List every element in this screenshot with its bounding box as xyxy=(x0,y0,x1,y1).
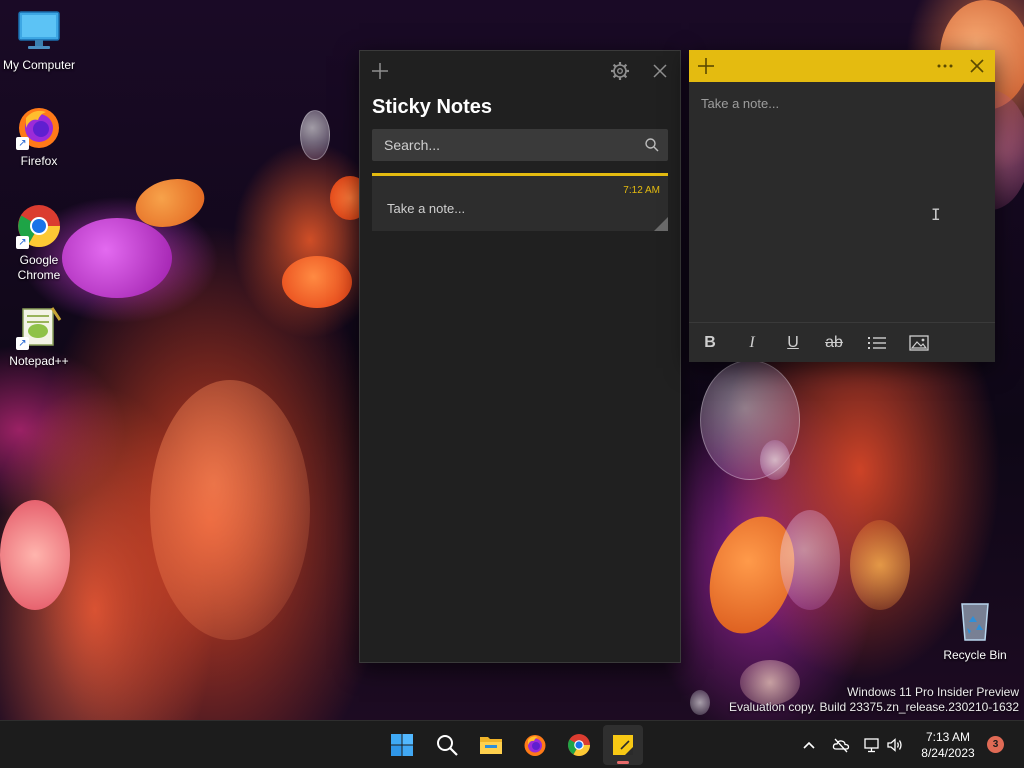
bullet-list-icon xyxy=(868,337,886,349)
start-button[interactable] xyxy=(382,725,422,765)
desktop-icon-label: Notepad++ xyxy=(9,354,69,368)
italic-button[interactable]: I xyxy=(739,331,765,355)
search-button[interactable] xyxy=(644,137,660,153)
settings-button[interactable] xyxy=(608,59,632,83)
bold-button[interactable]: B xyxy=(697,331,723,355)
close-list-button[interactable] xyxy=(648,59,672,83)
taskbar-search-button[interactable] xyxy=(427,725,467,765)
close-icon xyxy=(653,64,667,78)
sticky-notes-icon xyxy=(613,735,633,755)
search-icon xyxy=(437,735,458,756)
new-note-button[interactable] xyxy=(694,54,718,78)
close-icon xyxy=(970,59,984,73)
notification-badge[interactable]: 3 xyxy=(987,736,1004,753)
sticky-note-window: Take a note... B I U ab xyxy=(689,50,995,362)
search-icon xyxy=(645,138,659,152)
recycle-bin-icon xyxy=(952,598,998,644)
volume-button[interactable] xyxy=(886,736,904,754)
taskbar: 7:13 AM 8/24/2023 3 xyxy=(0,720,1024,768)
firefox-icon: ↗ xyxy=(16,104,62,150)
note-titlebar[interactable] xyxy=(689,50,995,82)
insert-image-button[interactable] xyxy=(906,331,932,355)
onedrive-button[interactable] xyxy=(832,736,850,754)
speaker-icon xyxy=(887,738,902,752)
show-hidden-icons-button[interactable] xyxy=(800,736,818,754)
note-menu-button[interactable] xyxy=(933,54,957,78)
image-icon xyxy=(909,335,929,351)
close-note-button[interactable] xyxy=(965,54,989,78)
desktop-icon-google-chrome[interactable]: ↗ Google Chrome xyxy=(0,203,78,283)
shortcut-arrow-icon: ↗ xyxy=(16,137,29,150)
windows-start-icon xyxy=(391,734,413,756)
file-explorer-button[interactable] xyxy=(471,725,511,765)
shortcut-arrow-icon: ↗ xyxy=(16,236,29,249)
bullets-button[interactable] xyxy=(864,331,890,355)
monitor-icon xyxy=(16,8,62,54)
taskbar-sticky-notes-button[interactable] xyxy=(603,725,643,765)
desktop-icon-recycle-bin[interactable]: Recycle Bin xyxy=(936,598,1014,663)
desktop-icon-label: Recycle Bin xyxy=(943,648,1007,662)
active-app-indicator xyxy=(617,761,629,764)
new-note-button[interactable] xyxy=(368,59,392,83)
notepad-plus-plus-icon: ↗ xyxy=(16,304,62,350)
underline-button[interactable]: U xyxy=(780,331,806,355)
taskbar-firefox-button[interactable] xyxy=(515,725,555,765)
strikethrough-button[interactable]: ab xyxy=(821,331,847,355)
sticky-notes-list-window: Sticky Notes 7:12 AM Take a note... xyxy=(359,50,681,663)
chrome-icon: ↗ xyxy=(16,203,62,249)
desktop-icon-label: Firefox xyxy=(20,154,58,168)
watermark-line-2: Evaluation copy. Build 23375.zn_release.… xyxy=(729,700,1019,714)
clock-button[interactable]: 7:13 AM 8/24/2023 xyxy=(912,729,984,761)
note-timestamp: 7:12 AM xyxy=(623,185,660,196)
chrome-icon xyxy=(568,734,590,756)
plus-icon xyxy=(698,58,714,74)
format-toolbar: B I U ab xyxy=(689,322,995,362)
clock-time: 7:13 AM xyxy=(925,730,971,744)
desktop-icon-label: Google Chrome xyxy=(17,253,61,282)
taskbar-chrome-button[interactable] xyxy=(559,725,599,765)
firefox-icon xyxy=(524,735,546,756)
shortcut-arrow-icon: ↗ xyxy=(16,337,29,350)
desktop-icon-firefox[interactable]: ↗ Firefox xyxy=(0,104,78,169)
note-preview: Take a note... xyxy=(387,201,466,216)
note-text-area[interactable]: Take a note... xyxy=(701,96,779,111)
desktop-icon-notepad-plus-plus[interactable]: ↗ Notepad++ xyxy=(0,304,78,369)
more-icon xyxy=(937,64,953,68)
cloud-offline-icon xyxy=(832,738,850,753)
clock-date: 8/24/2023 xyxy=(921,746,975,760)
search-input[interactable] xyxy=(372,129,632,161)
watermark-line-1: Windows 11 Pro Insider Preview xyxy=(847,685,1019,699)
note-corner-fold xyxy=(654,217,668,231)
gear-icon xyxy=(611,62,629,80)
file-explorer-icon xyxy=(480,737,502,754)
windows-watermark: Windows 11 Pro Insider Preview Evaluatio… xyxy=(729,685,1019,715)
network-icon xyxy=(864,738,879,753)
desktop-icon-label: My Computer xyxy=(2,58,76,72)
search-box xyxy=(372,129,668,161)
desktop-icon-my-computer[interactable]: My Computer xyxy=(0,8,78,73)
note-list-item[interactable]: 7:12 AM Take a note... xyxy=(372,173,668,231)
list-title: Sticky Notes xyxy=(372,96,493,118)
chevron-up-icon xyxy=(803,741,815,749)
list-titlebar xyxy=(360,51,680,91)
network-button[interactable] xyxy=(863,736,881,754)
text-cursor-icon: I xyxy=(931,205,941,224)
plus-icon xyxy=(372,63,388,79)
